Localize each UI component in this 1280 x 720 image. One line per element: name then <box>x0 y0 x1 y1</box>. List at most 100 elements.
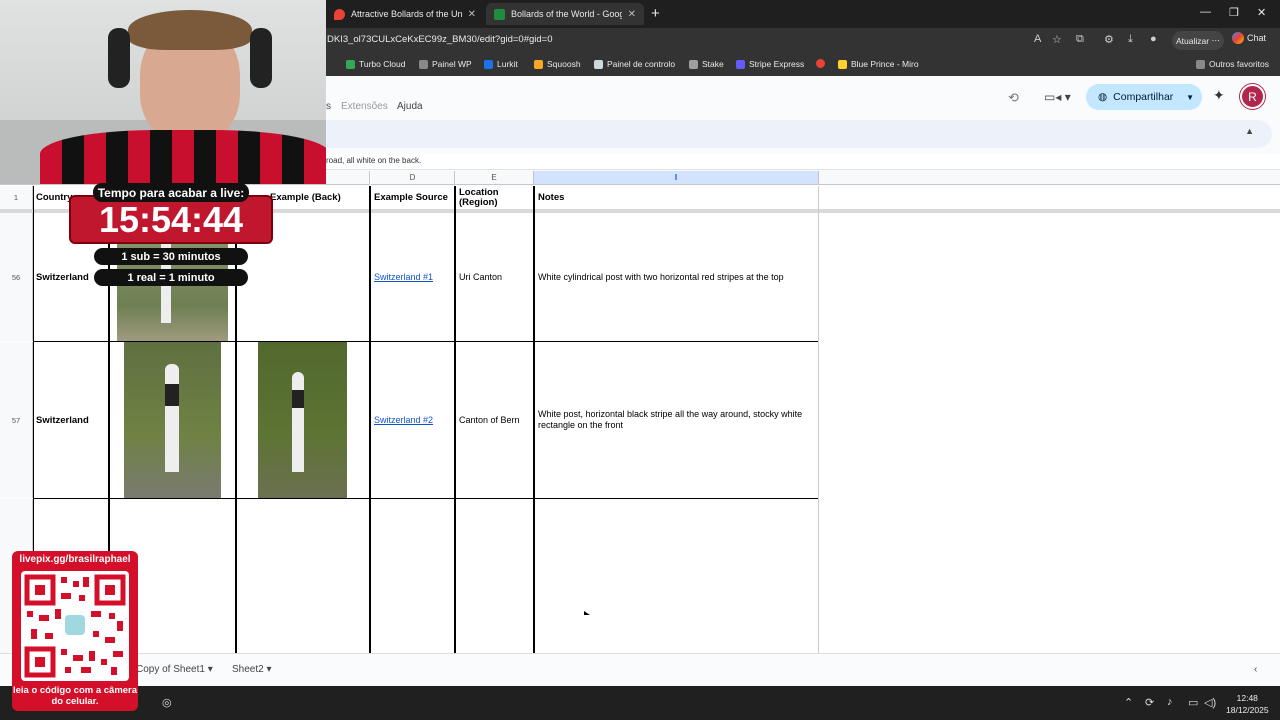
row-number[interactable]: 57 <box>0 342 33 498</box>
bookmark-painel-controlo[interactable]: Painel de controlo <box>594 59 675 69</box>
app-icon[interactable]: ◎ <box>162 696 172 709</box>
volume-icon[interactable]: ◁) <box>1204 696 1216 709</box>
column-border <box>533 186 535 653</box>
map-pin-icon <box>816 59 825 68</box>
minimize-icon[interactable]: — <box>1200 6 1211 18</box>
tab-attractive-bollards[interactable]: Attractive Bollards of the Universe ✕ <box>326 3 484 25</box>
cell-notes[interactable]: White post, horizontal black stripe all … <box>535 342 819 498</box>
close-window-icon[interactable]: ✕ <box>1257 6 1266 19</box>
cell-notes[interactable]: White cylindrical post with two horizont… <box>535 213 819 341</box>
bookmark-maps[interactable] <box>816 59 825 68</box>
bookmark-icon <box>346 59 355 69</box>
qr-caption: leia o código com a câmera do celular. <box>12 685 138 707</box>
tab-bollards-sheet[interactable]: Bollards of the World - Google Sheets ✕ <box>486 3 644 25</box>
column-border <box>369 186 371 653</box>
new-tab-icon[interactable]: + <box>651 5 660 22</box>
share-button[interactable]: ◍ Compartilhar ▼ <box>1086 84 1202 110</box>
close-tab-icon[interactable]: ✕ <box>628 9 636 20</box>
sheet-tab-sheet2[interactable]: Sheet2 ▾ <box>232 664 272 675</box>
live-timer: 15:54:44 Tempo para acabar a live: <box>69 183 273 244</box>
sidebar-icon[interactable]: ⚙ <box>1104 33 1114 46</box>
caret-down-icon[interactable]: ▾ <box>208 664 213 675</box>
timer-rule-sub: 1 sub = 30 minutos <box>94 248 248 265</box>
bookmark-label: Lurkit <box>497 59 518 69</box>
chevron-up-icon[interactable]: ⌃ <box>1124 696 1133 709</box>
extensions-icon[interactable]: ⧉ <box>1076 33 1084 46</box>
column-header-i[interactable]: I <box>534 171 819 185</box>
headphone-right <box>250 28 272 88</box>
row-border <box>33 498 819 499</box>
other-bookmarks-label: Outros favoritos <box>1209 59 1269 69</box>
bookmark-squoosh[interactable]: Squoosh <box>534 59 581 69</box>
tab-label: Bollards of the World - Google Sheets <box>511 9 622 19</box>
avatar[interactable]: R <box>1240 84 1265 109</box>
headphone-left <box>108 28 130 88</box>
column-header-d[interactable]: D <box>371 171 455 185</box>
bookmark-stripe-express[interactable]: Stripe Express <box>736 59 804 69</box>
sheets-icon <box>494 8 505 20</box>
cell-source[interactable]: Switzerland #1 <box>371 213 455 341</box>
profile-icon[interactable]: ● <box>1150 33 1157 45</box>
bollard-photo-back[interactable] <box>258 342 347 498</box>
microphone-icon[interactable]: ♪ <box>1167 696 1173 708</box>
menu-item-tools[interactable]: s <box>326 101 331 112</box>
bollard-stripe <box>165 384 179 406</box>
gemini-icon[interactable]: ✦ <box>1213 87 1225 104</box>
bookmark-icon <box>689 59 698 69</box>
collapse-panel-icon[interactable]: ‹ <box>1254 664 1257 675</box>
header-example-source[interactable]: Example Source <box>371 186 455 209</box>
caret-down-icon[interactable]: ▾ <box>266 664 271 675</box>
update-button[interactable]: Atualizar ⋯ <box>1172 31 1224 50</box>
close-tab-icon[interactable]: ✕ <box>468 9 476 20</box>
header-notes[interactable]: Notes <box>535 186 819 209</box>
meet-icon[interactable]: ▭◂ ▾ <box>1044 90 1071 104</box>
column-border <box>454 186 456 653</box>
bookmark-label: Painel de controlo <box>607 59 676 69</box>
chat-button[interactable]: Chat <box>1232 32 1266 44</box>
bookmark-icon <box>484 59 493 69</box>
star-icon[interactable]: ☆ <box>1052 33 1062 46</box>
download-icon[interactable]: ⤓ <box>1128 33 1133 46</box>
bookmark-turbo-cloud[interactable]: Turbo Cloud <box>346 59 405 69</box>
bookmark-lurkit[interactable]: Lurkit <box>484 59 518 69</box>
bookmark-label: Squoosh <box>547 59 581 69</box>
cell-source[interactable]: Switzerland #2 <box>371 342 455 498</box>
read-aloud-icon[interactable]: A <box>1034 33 1041 45</box>
source-link[interactable]: Switzerland #1 <box>374 272 433 282</box>
url-field[interactable]: DKI3_ol73CULxCeKxEC99z_BM30/edit?gid=0#g… <box>327 34 553 45</box>
header-example-back[interactable]: Example (Back) <box>267 186 370 209</box>
cell-location[interactable]: Canton of Bern <box>456 342 534 498</box>
chevron-down-icon[interactable]: ▼ <box>1186 93 1194 102</box>
folder-icon <box>1196 59 1205 69</box>
map-pin-icon <box>334 8 345 20</box>
bookmark-label: Stake <box>702 59 724 69</box>
column-header-e[interactable]: E <box>455 171 534 185</box>
restore-icon[interactable]: ❐ <box>1229 6 1239 19</box>
cell-location[interactable]: Uri Canton <box>456 213 534 341</box>
bookmark-stake[interactable]: Stake <box>689 59 724 69</box>
bookmark-blue-prince-miro[interactable]: Blue Prince - Miro <box>838 59 919 69</box>
source-link[interactable]: Switzerland #2 <box>374 415 433 425</box>
clock-date: 18/12/2025 <box>1226 705 1269 715</box>
qr-url: livepix.gg/brasilraphael <box>19 554 131 565</box>
chevron-up-icon[interactable]: ▲ <box>1245 126 1254 136</box>
monitor-icon[interactable]: ▭ <box>1188 696 1198 709</box>
sync-icon[interactable]: ⟳ <box>1145 696 1154 709</box>
header-location[interactable]: Location (Region) <box>456 186 534 209</box>
bookmark-painel-wp[interactable]: Painel WP <box>419 59 472 69</box>
row-number[interactable]: 1 <box>0 186 33 209</box>
bollard-post <box>165 364 179 472</box>
miro-icon <box>838 59 847 69</box>
bollard-photo-front[interactable] <box>124 342 221 498</box>
menu-item-extensions[interactable]: Extensões <box>341 101 388 112</box>
history-icon[interactable]: ⟲ <box>1008 90 1019 106</box>
sheet-tab-copy-of-sheet1[interactable]: Copy of Sheet1 ▾ <box>136 664 213 675</box>
other-bookmarks[interactable]: Outros favoritos <box>1196 59 1269 69</box>
person-jersey <box>40 130 326 184</box>
row-number[interactable]: 56 <box>0 213 33 341</box>
cell-country[interactable]: Switzerland <box>33 342 109 498</box>
menu-item-help[interactable]: Ajuda <box>397 101 423 112</box>
sheet-tab-bar: Copy of Sheet1 ▾ Sheet2 ▾ ‹ <box>0 653 1280 686</box>
system-clock[interactable]: 12:48 18/12/2025 <box>1226 692 1269 716</box>
bookmark-icon <box>736 59 745 69</box>
